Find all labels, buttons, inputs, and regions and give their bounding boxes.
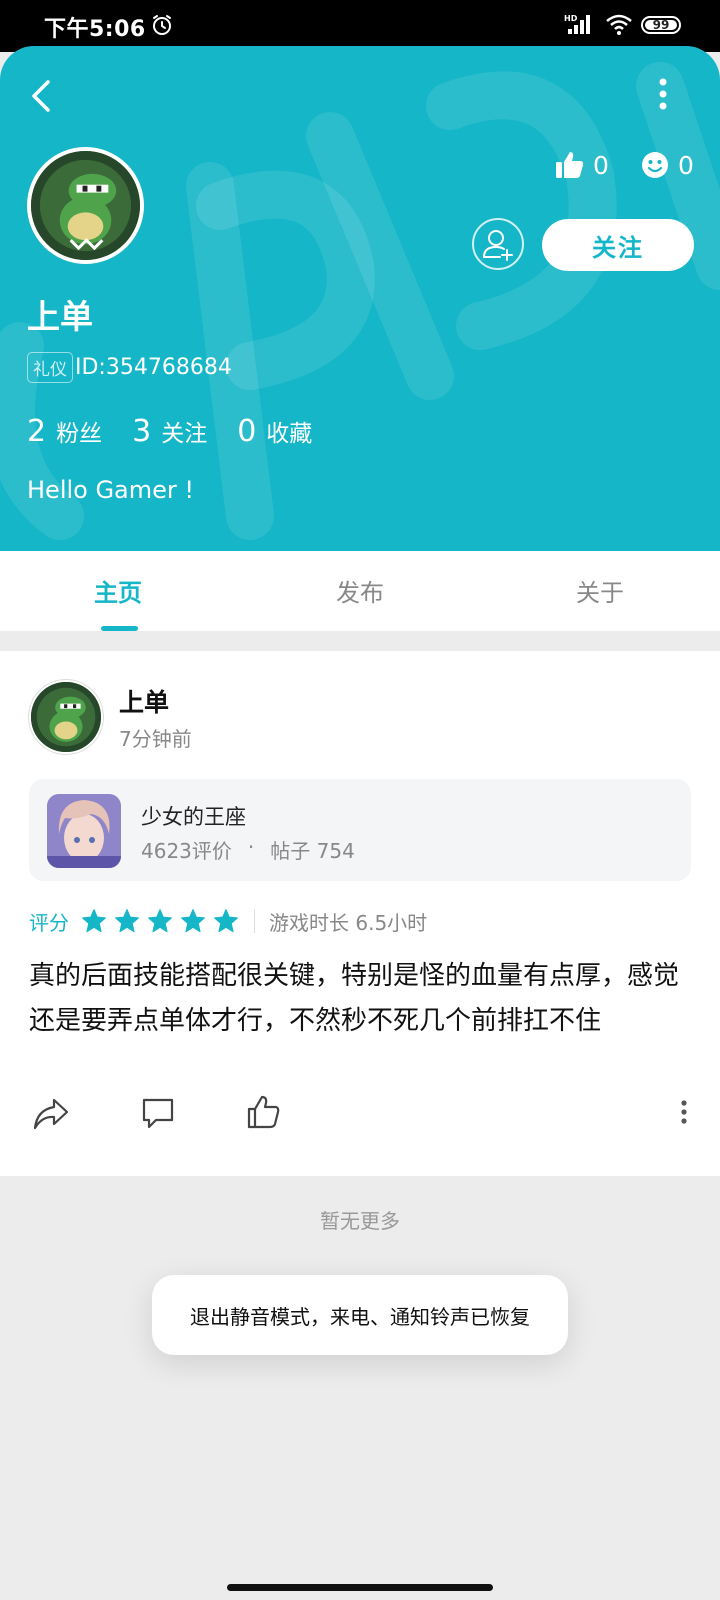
game-review-count: 4623评价 (141, 839, 232, 863)
rating-row: 评分 游戏时长 6.5小时 (29, 906, 427, 936)
post-body-text: 真的后面技能搭配很关键，特别是怪的血量有点厚，感觉还是要弄点单体才行，不然秒不死… (29, 961, 680, 1036)
dinosaur-avatar-icon (31, 682, 101, 752)
home-indicator[interactable] (227, 1584, 493, 1591)
profile-header: 0 0 关注 上单 礼仪 ID:354768684 2 粉丝 3 关注 0 收藏… (0, 46, 720, 551)
star-rating (81, 908, 246, 934)
profile-avatar[interactable] (27, 147, 144, 264)
follow-button[interactable]: 关注 (542, 219, 694, 271)
anime-character-icon (47, 794, 121, 868)
likes-stat[interactable]: 0 (555, 149, 609, 181)
game-name: 少女的王座 (141, 805, 246, 829)
comment-icon[interactable] (141, 1096, 175, 1130)
game-card[interactable]: 少女的王座 4623评价 · 帖子 754 (29, 779, 691, 881)
alarm-clock-icon (153, 15, 171, 35)
count-number: 2 (27, 414, 47, 449)
profile-bio: Hello Gamer ! (27, 476, 195, 504)
star-icon (181, 909, 205, 933)
counts-row: 2 粉丝 3 关注 0 收藏 (27, 414, 342, 449)
count-number: 3 (132, 414, 152, 449)
more-options-button[interactable] (656, 76, 670, 112)
rating-label: 评分 (29, 910, 69, 935)
playtime: 游戏时长 6.5小时 (269, 910, 428, 935)
tab-home[interactable]: 主页 (58, 573, 178, 608)
status-time: 下午5:06 (44, 17, 146, 42)
tab-posts[interactable]: 发布 (300, 573, 420, 608)
battery-indicator: 99 (641, 16, 681, 34)
tab-indicator (101, 626, 138, 631)
rating-divider (254, 909, 255, 933)
star-icon (115, 909, 139, 933)
title-badge: 礼仪 (27, 352, 73, 383)
likes-count: 0 (593, 150, 609, 180)
count-label: 收藏 (266, 421, 313, 447)
toast-notification: 退出静音模式，来电、通知铃声已恢复 (152, 1275, 568, 1355)
tab-bar: 主页 发布 关于 (0, 551, 720, 631)
star-icon (148, 909, 172, 933)
add-user-icon (483, 230, 513, 261)
thumbs-up-icon (556, 152, 584, 178)
stats-separator: · (247, 835, 255, 859)
count-number: 0 (237, 414, 257, 449)
post-author-avatar[interactable] (29, 680, 103, 754)
profile-page: 下午5:06 HD 99 0 0 关注 上单 礼仪 ID:354768684 2… (0, 0, 720, 1600)
game-post-count: 帖子 754 (270, 839, 355, 863)
back-button[interactable] (24, 74, 60, 118)
share-icon[interactable] (32, 1096, 70, 1132)
count-label: 粉丝 (56, 421, 103, 447)
post-more-icon[interactable] (678, 1099, 690, 1125)
cellular-signal-icon: HD (564, 14, 590, 34)
fans-count[interactable]: 2 粉丝 (27, 414, 102, 449)
emoji-count: 0 (678, 150, 694, 180)
status-bar: 下午5:06 HD 99 (0, 0, 720, 52)
battery-text: 99 (652, 18, 670, 32)
following-count[interactable]: 3 关注 (132, 414, 207, 449)
post-timestamp: 7分钟前 (119, 727, 192, 751)
badge-row: 礼仪 ID:354768684 (27, 352, 232, 383)
svg-text:HD: HD (564, 14, 578, 23)
emoji-stat[interactable]: 0 (640, 149, 694, 181)
count-label: 关注 (161, 421, 208, 447)
post-author-name[interactable]: 上单 (119, 683, 169, 719)
user-id: ID:354768684 (75, 355, 232, 380)
dinosaur-avatar-icon (31, 151, 140, 260)
star-icon (82, 909, 106, 933)
wifi-icon (606, 14, 632, 35)
star-icon (214, 909, 238, 933)
like-icon[interactable] (247, 1094, 281, 1130)
smiley-icon (642, 152, 668, 178)
post-card[interactable]: 上单 7分钟前 少女的王座 4623评价 · 帖子 754 评分 游戏时长 6.… (0, 651, 720, 1176)
game-stats: 4623评价 · 帖子 754 (141, 835, 355, 864)
profile-name: 上单 (27, 297, 93, 336)
no-more-text: 暂无更多 (320, 1209, 400, 1233)
game-cover-image (47, 794, 121, 868)
favorites-count[interactable]: 0 收藏 (237, 414, 312, 449)
tab-about[interactable]: 关于 (540, 573, 660, 608)
add-friend-button[interactable] (472, 218, 524, 270)
